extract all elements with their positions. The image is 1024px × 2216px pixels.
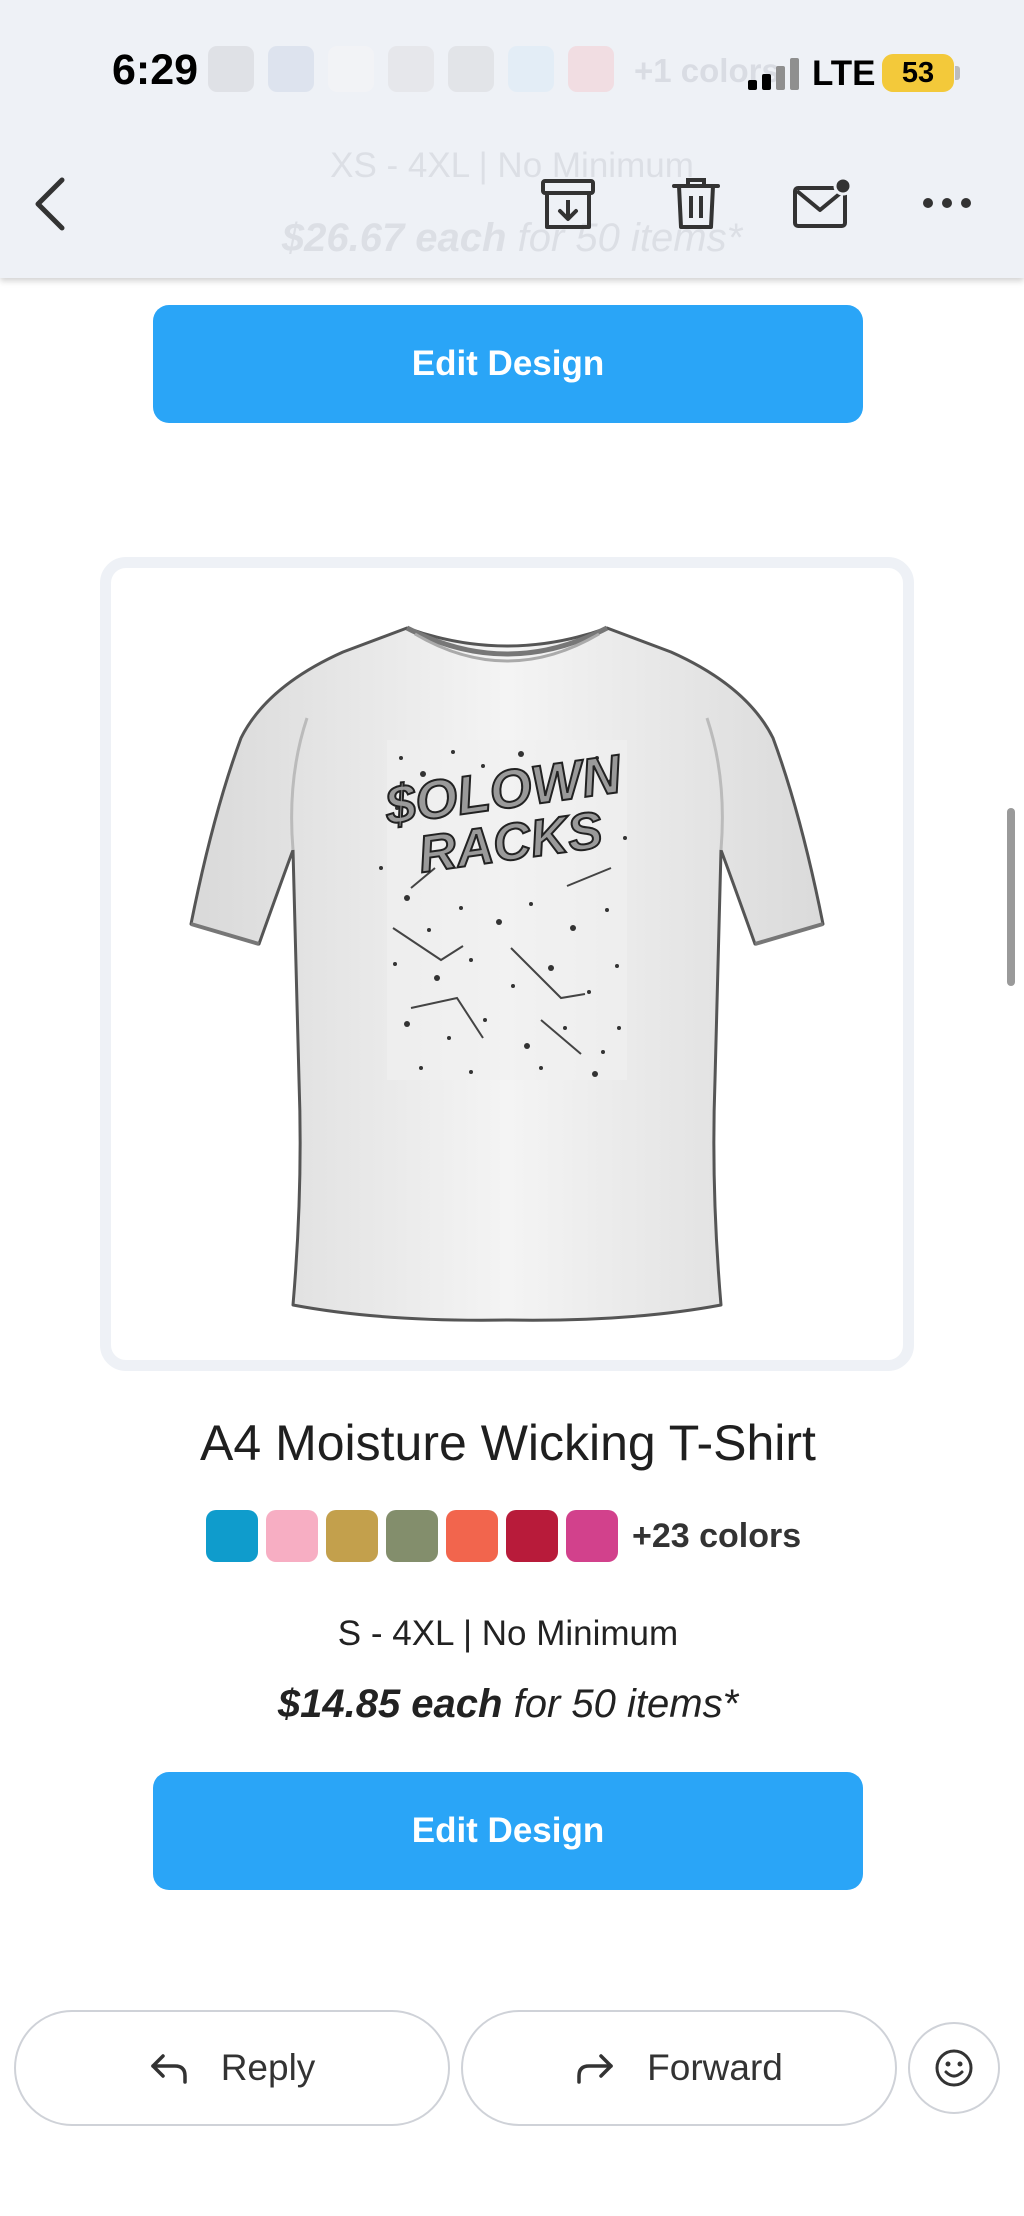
more-horizontal-icon[interactable] [920,192,974,214]
price-value: $14.85 each [277,1682,503,1726]
shirt-print-graphic: $OLOWN RACKS [379,740,627,1080]
reply-button[interactable]: Reply [14,2010,450,2126]
color-swatch[interactable] [386,1510,438,1562]
battery-tip [955,66,960,80]
edit-design-button-bottom[interactable]: Edit Design [153,1772,863,1890]
forward-label: Forward [647,2047,783,2088]
reply-arrow-icon [150,2054,187,2084]
color-swatch-row: +23 colors [206,1510,801,1562]
reply-label: Reply [220,2047,316,2088]
background-card-ghost: +1 colors XS - 4XL | No Minimum $26.67 e… [0,0,1024,278]
price-suffix: for 50 items* [513,1682,739,1726]
ghost-price-value: $26.67 each [281,216,507,260]
battery-icon: 53 [882,54,954,92]
emoji-reaction-button[interactable] [908,2022,1000,2114]
ghost-color-swatch [268,46,314,92]
size-range: S - 4XL | No Minimum [337,1614,679,1653]
edit-design-button-top[interactable]: Edit Design [153,305,863,423]
more-colors-label[interactable]: +23 colors [632,1517,801,1556]
price-line: $14.85 each for 50 items* [0,1682,1016,1727]
color-swatch[interactable] [506,1510,558,1562]
mail-unread-icon[interactable] [792,176,854,230]
forward-button[interactable]: Forward [461,2010,897,2126]
color-swatch[interactable] [446,1510,498,1562]
trash-icon[interactable] [668,176,724,230]
signal-strength-icon [748,58,800,90]
ghost-price-text: $26.67 each for 50 items* [0,216,1024,261]
t-shirt-image: $OLOWN RACKS [189,625,825,1322]
top-bar: +1 colors XS - 4XL | No Minimum $26.67 e… [0,0,1024,278]
ghost-color-swatch [388,46,434,92]
archive-icon[interactable] [540,178,596,230]
scrollbar-thumb[interactable] [1007,808,1015,986]
color-swatch[interactable] [266,1510,318,1562]
smiley-icon [935,2049,973,2087]
network-type: LTE [812,54,876,93]
ghost-color-swatch [328,46,374,92]
color-swatch[interactable] [566,1510,618,1562]
ghost-color-swatch [568,46,614,92]
forward-arrow-icon [577,2054,613,2084]
ghost-color-swatch [508,46,554,92]
color-swatch[interactable] [206,1510,258,1562]
product-image-card[interactable]: $OLOWN RACKS [100,557,914,1371]
chevron-left-icon[interactable] [28,174,72,234]
color-swatch[interactable] [326,1510,378,1562]
ghost-color-swatch [208,46,254,92]
product-title: A4 Moisture Wicking T-Shirt [200,1415,816,1471]
status-time: 6:29 [112,46,199,94]
ghost-sizes-text: XS - 4XL | No Minimum [330,146,694,185]
ghost-color-swatch [448,46,494,92]
